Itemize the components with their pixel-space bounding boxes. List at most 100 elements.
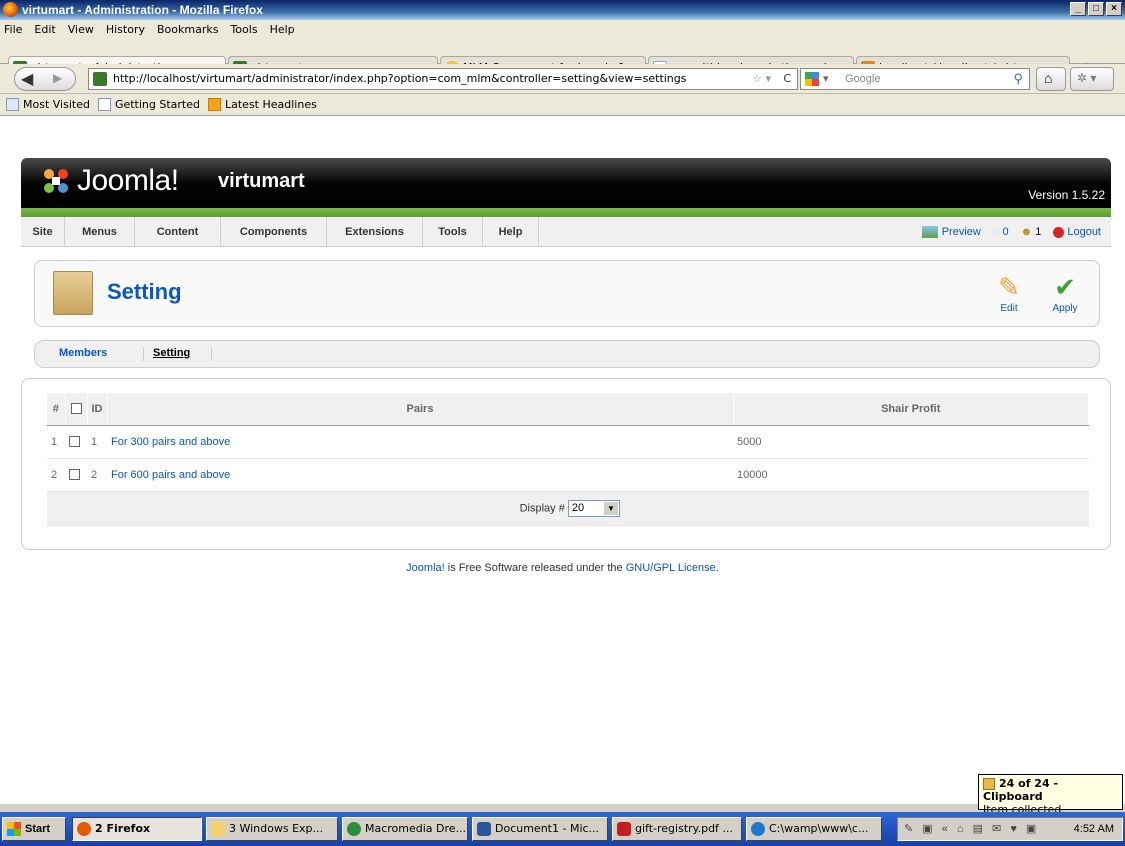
admin-menu-tools[interactable]: Tools bbox=[423, 217, 483, 247]
clipboard-notification[interactable]: 24 of 24 - Clipboard Item collected. bbox=[978, 774, 1123, 816]
submenu-divider bbox=[211, 347, 212, 361]
tray-icons[interactable]: ✎ ▣ « ⌂ ▤ ✉ ♥ ▣ bbox=[904, 818, 1039, 840]
checkmark-icon: ✔ bbox=[1054, 272, 1076, 302]
table-header-row: # ID Pairs Shair Profit bbox=[47, 393, 1089, 426]
header-profit[interactable]: Shair Profit bbox=[733, 393, 1089, 426]
back-arrow-icon[interactable]: ◀ bbox=[21, 69, 33, 89]
logout-link[interactable]: Logout bbox=[1053, 226, 1101, 238]
select-all-checkbox[interactable] bbox=[70, 403, 82, 415]
display-label: Display # bbox=[519, 501, 565, 514]
task-firefox[interactable]: 2 Firefox bbox=[72, 817, 202, 841]
row-profit: 5000 bbox=[733, 425, 1089, 459]
close-button[interactable]: × bbox=[1106, 2, 1122, 16]
table-footer-row: Display # 20 ▼ bbox=[47, 491, 1089, 526]
menu-history[interactable]: History bbox=[106, 23, 145, 36]
start-button[interactable]: Start bbox=[2, 817, 66, 841]
menu-bookmarks[interactable]: Bookmarks bbox=[157, 23, 218, 36]
page-footer: Joomla! is Free Software released under … bbox=[406, 562, 719, 574]
task-dreamweaver[interactable]: Macromedia Dre... bbox=[342, 817, 468, 841]
row-checkbox[interactable] bbox=[69, 436, 80, 448]
bookmark-getting-started[interactable]: Getting Started bbox=[97, 98, 200, 111]
admin-menu-menus[interactable]: Menus bbox=[65, 217, 135, 247]
tab-strip: virtumart - Administration × virtumart ×… bbox=[0, 38, 1125, 80]
row-id: 2 bbox=[87, 458, 107, 492]
table-row: 2 2 For 600 pairs and above 10000 bbox=[47, 458, 1089, 492]
windows-logo-icon bbox=[7, 822, 21, 836]
row-pairs-link[interactable]: For 300 pairs and above bbox=[111, 436, 230, 448]
page-title: Setting bbox=[107, 279, 182, 304]
submenu-divider bbox=[143, 347, 144, 361]
bookmark-star-icon[interactable]: ☆ ▾ bbox=[752, 69, 771, 89]
task-word-document[interactable]: Document1 - Mic... bbox=[472, 817, 608, 841]
menu-edit[interactable]: Edit bbox=[34, 23, 55, 36]
firefox-icon bbox=[77, 822, 91, 836]
maximize-button[interactable]: □ bbox=[1088, 2, 1104, 16]
task-windows-explorer[interactable]: 3 Windows Exp... bbox=[206, 817, 338, 841]
addon-button[interactable]: ✲ ▾ bbox=[1070, 67, 1114, 91]
menu-file[interactable]: File bbox=[4, 23, 22, 36]
row-checkbox-cell bbox=[65, 425, 87, 459]
users-icon: ☻ bbox=[1020, 226, 1033, 238]
menu-help[interactable]: Help bbox=[270, 23, 295, 36]
admin-menu-components[interactable]: Components bbox=[221, 217, 327, 247]
admin-menu-extensions[interactable]: Extensions bbox=[327, 217, 423, 247]
edit-button[interactable]: ✎ Edit bbox=[989, 271, 1029, 321]
search-engine-dropdown-icon[interactable]: ▾ bbox=[823, 69, 829, 89]
apply-button[interactable]: ✔ Apply bbox=[1045, 271, 1085, 321]
joomla-header: Joomla! virtumart Version 1.5.22 bbox=[21, 158, 1111, 208]
url-text: http://localhost/virtumart/administrator… bbox=[113, 72, 687, 85]
reload-icon[interactable]: C bbox=[783, 69, 791, 89]
joomla-wordmark: Joomla! bbox=[77, 164, 179, 197]
menu-tools[interactable]: Tools bbox=[230, 23, 257, 36]
word-icon bbox=[477, 822, 491, 836]
joomla-link[interactable]: Joomla! bbox=[406, 562, 445, 574]
site-identity-icon[interactable] bbox=[93, 72, 107, 86]
table-row: 1 1 For 300 pairs and above 5000 bbox=[47, 425, 1089, 459]
admin-menu-help[interactable]: Help bbox=[483, 217, 539, 247]
settings-box-icon bbox=[53, 271, 93, 315]
settings-table: # ID Pairs Shair Profit 1 1 For 300 pair… bbox=[47, 393, 1089, 526]
minimize-button[interactable]: _ bbox=[1070, 2, 1086, 16]
task-pdf[interactable]: gift-registry.pdf ... bbox=[612, 817, 742, 841]
admin-menu: Site Menus Content Components Extensions… bbox=[21, 217, 1111, 247]
home-button[interactable]: ⌂ bbox=[1036, 67, 1066, 91]
submenu-setting[interactable]: Setting bbox=[153, 347, 190, 359]
row-pairs-link[interactable]: For 600 pairs and above bbox=[111, 469, 230, 481]
task-internet-explorer[interactable]: C:\wamp\www\c... bbox=[746, 817, 882, 841]
license-link[interactable]: GNU/GPL License bbox=[626, 562, 716, 574]
dreamweaver-icon bbox=[347, 822, 361, 836]
taskbar: Start 2 Firefox 3 Windows Exp... Macrome… bbox=[0, 812, 1125, 846]
search-magnifier-icon[interactable]: ⚲ bbox=[1013, 69, 1023, 89]
system-tray: ✎ ▣ « ⌂ ▤ ✉ ♥ ▣ 4:52 AM bbox=[897, 817, 1123, 841]
ie-icon bbox=[751, 822, 765, 836]
messages-link[interactable]: ◌ 0 bbox=[993, 226, 1009, 238]
firefox-window: virtumart - Administration - Mozilla Fir… bbox=[0, 0, 1125, 846]
header-pairs[interactable]: Pairs bbox=[107, 393, 734, 426]
bookmark-latest-headlines[interactable]: Latest Headlines bbox=[208, 98, 317, 111]
toolbar-box: Setting ✎ Edit ✔ Apply bbox=[34, 260, 1100, 327]
menu-view[interactable]: View bbox=[68, 23, 94, 36]
joomla-logo-icon bbox=[44, 169, 68, 193]
url-bar[interactable]: http://localhost/virtumart/administrator… bbox=[88, 68, 798, 90]
preview-icon bbox=[921, 226, 938, 239]
admin-menu-content[interactable]: Content bbox=[135, 217, 221, 247]
addon-icon: ✲ ▾ bbox=[1077, 71, 1097, 85]
rss-icon bbox=[208, 98, 221, 111]
firefox-icon bbox=[3, 2, 18, 17]
preview-link[interactable]: Preview bbox=[921, 226, 981, 239]
google-icon[interactable] bbox=[805, 72, 819, 86]
search-input[interactable]: ▾ Google ⚲ bbox=[800, 68, 1030, 90]
search-placeholder: Google bbox=[845, 73, 881, 85]
forward-arrow-icon[interactable]: ▶ bbox=[53, 71, 62, 85]
submenu-members[interactable]: Members bbox=[59, 347, 107, 359]
window-title: virtumart - Administration - Mozilla Fir… bbox=[22, 3, 263, 17]
bookmark-most-visited[interactable]: Most Visited bbox=[6, 98, 90, 111]
bookmarks-toolbar: Most Visited Getting Started Latest Head… bbox=[0, 94, 1125, 116]
row-profit: 10000 bbox=[733, 458, 1089, 492]
admin-menu-site[interactable]: Site bbox=[21, 217, 65, 247]
display-limit-select[interactable]: 20 ▼ bbox=[567, 499, 620, 517]
navigation-bar: ◀ ▶ http://localhost/virtumart/administr… bbox=[0, 64, 1125, 94]
row-pairs-cell: For 600 pairs and above bbox=[107, 458, 733, 492]
row-checkbox[interactable] bbox=[69, 469, 80, 481]
pagination-cell: Display # 20 ▼ bbox=[47, 491, 1089, 526]
